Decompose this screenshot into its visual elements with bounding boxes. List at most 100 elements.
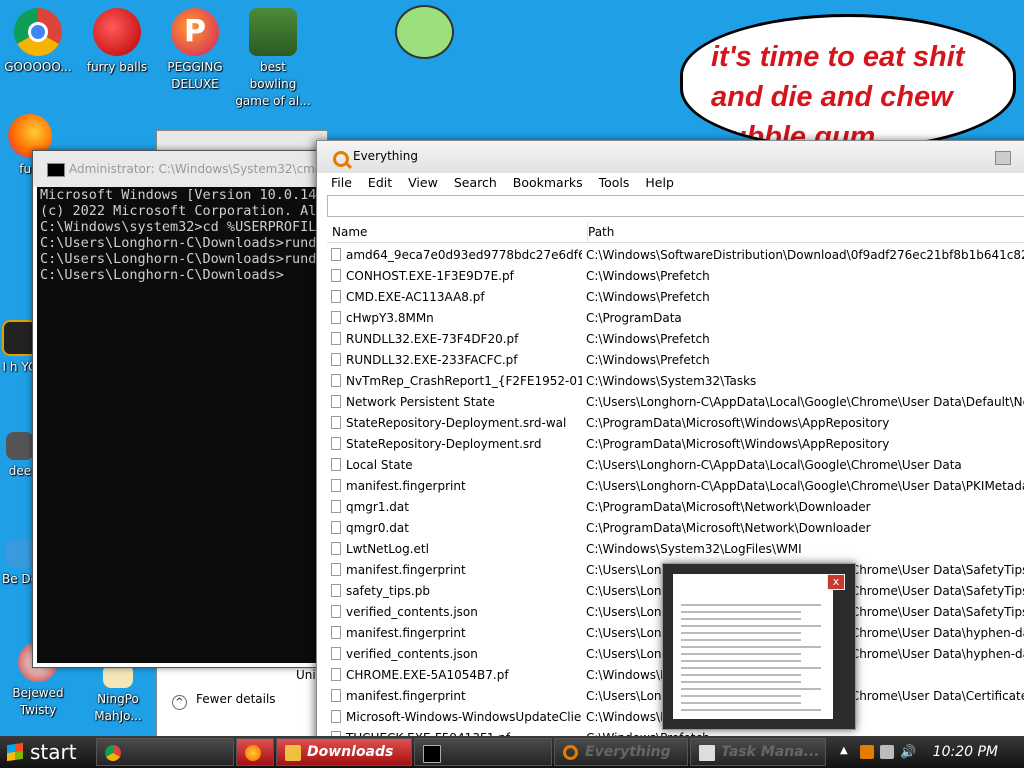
cmd-title-text: Administrator: C:\Windows\System32\cmd.e…: [69, 162, 333, 176]
taskbar-button-task-manager[interactable]: Task Mana...: [690, 738, 826, 766]
file-name: manifest.fingerprint: [346, 563, 466, 577]
desktop-icon-furry-balls[interactable]: furry balls: [79, 8, 155, 76]
column-path[interactable]: Path: [588, 225, 614, 239]
system-tray: ▲ 🔊 10:20 PM: [834, 736, 1024, 768]
thumbnail-line: [681, 674, 801, 676]
file-path: C:\ProgramData\Microsoft\Network\Downloa…: [586, 500, 871, 514]
list-item[interactable]: CONHOST.EXE-1F3E9D7E.pf C:\Windows\Prefet…: [327, 265, 1024, 286]
everything-icon: [333, 151, 349, 167]
task-manager-thumbnail[interactable]: x: [662, 563, 856, 730]
column-name[interactable]: Name: [332, 225, 367, 239]
start-button[interactable]: start: [0, 736, 80, 768]
taskbar-button-everything[interactable]: Everything: [554, 738, 688, 766]
taskbar-button-firefox[interactable]: [236, 738, 274, 766]
everything-title: Everything: [353, 149, 418, 163]
list-item[interactable]: LwtNetLog.etl C:\Windows\System32\LogFile…: [327, 538, 1024, 559]
menu-view[interactable]: View: [400, 173, 446, 193]
file-path: C:\Users\Longhorn-C\AppData\Local\Google…: [586, 479, 1024, 493]
cmd-icon: [47, 163, 65, 177]
chrome-icon: [14, 8, 62, 56]
thumbnail-line: [681, 625, 821, 627]
menu-help[interactable]: Help: [637, 173, 682, 193]
file-name: LwtNetLog.etl: [346, 542, 429, 556]
taskbar-button-downloads[interactable]: Downloads: [276, 738, 412, 766]
network-icon[interactable]: [880, 745, 894, 759]
file-icon: [331, 395, 341, 408]
fewer-details-link[interactable]: Fewer details: [196, 692, 276, 706]
desktop-icon-pegging[interactable]: P PEGGING DELUXE: [157, 8, 233, 93]
file-name: NvTmRep_CrashReport1_{F2FE1952-018...: [346, 374, 582, 388]
taskbar-label: Downloads: [307, 744, 394, 760]
file-name: qmgr0.dat: [346, 521, 409, 535]
file-icon: [331, 479, 341, 492]
cmd-window[interactable]: Administrator: C:\Windows\System32\cmd.e…: [32, 150, 334, 668]
file-path: C:\Windows\System32\LogFiles\WMI: [586, 542, 802, 556]
peridot-character-top: [395, 5, 454, 59]
everything-titlebar[interactable]: Everything: [317, 141, 1024, 173]
start-label: start: [30, 740, 77, 764]
desktop-icon-chrome[interactable]: GOOOOO...: [0, 8, 76, 76]
list-item[interactable]: Network Persistent State C:\Users\Longhor…: [327, 391, 1024, 412]
minimize-button[interactable]: [995, 151, 1011, 165]
folder-icon: [285, 745, 301, 761]
list-item[interactable]: qmgr0.dat C:\ProgramData\Microsoft\Networ…: [327, 517, 1024, 538]
list-item[interactable]: StateRepository-Deployment.srd C:\Program…: [327, 433, 1024, 454]
file-path: C:\Windows\Prefetch: [586, 353, 710, 367]
menu-edit[interactable]: Edit: [360, 173, 400, 193]
list-item[interactable]: StateRepository-Deployment.srd-wal C:\Pro…: [327, 412, 1024, 433]
desktop-icon-bowling[interactable]: best bowling game of al...: [235, 8, 311, 110]
file-name: Network Persistent State: [346, 395, 495, 409]
thumbnail-line: [681, 618, 801, 620]
search-input[interactable]: [327, 195, 1024, 217]
tray-app-icon[interactable]: [860, 745, 874, 759]
list-item[interactable]: amd64_9eca7e0d93ed9778bdc27e6df69... C:\W…: [327, 244, 1024, 265]
menu-tools[interactable]: Tools: [591, 173, 638, 193]
chevron-up-icon[interactable]: ^: [172, 695, 187, 710]
file-name: cHwpY3.8MMn: [346, 311, 434, 325]
list-item[interactable]: manifest.fingerprint C:\Users\Longhorn-C\…: [327, 475, 1024, 496]
menu-search[interactable]: Search: [446, 173, 505, 193]
list-item[interactable]: RUNDLL32.EXE-73F4DF20.pf C:\Windows\Prefe…: [327, 328, 1024, 349]
list-item[interactable]: Local State C:\Users\Longhorn-C\AppData\L…: [327, 454, 1024, 475]
list-item[interactable]: cHwpY3.8MMn C:\ProgramData: [327, 307, 1024, 328]
list-item[interactable]: NvTmRep_CrashReport1_{F2FE1952-018... C:\…: [327, 370, 1024, 391]
list-item[interactable]: qmgr1.dat C:\ProgramData\Microsoft\Networ…: [327, 496, 1024, 517]
chrome-icon: [105, 745, 121, 761]
menu-bookmarks[interactable]: Bookmarks: [505, 173, 591, 193]
file-name: Microsoft-Windows-WindowsUpdateClie...: [346, 710, 582, 724]
cmd-titlebar[interactable]: Administrator: C:\Windows\System32\cmd.e…: [33, 151, 333, 187]
file-icon: [331, 542, 341, 555]
file-path: C:\Windows\Prefetch: [586, 332, 710, 346]
thumbnail-line: [681, 695, 801, 697]
taskbar-clock[interactable]: 10:20 PM: [933, 744, 998, 760]
desktop-icon-label: GOOOOO...: [4, 60, 72, 74]
column-header: Name Path: [327, 222, 1024, 243]
list-item[interactable]: CMD.EXE-AC113AA8.pf C:\Windows\Prefetch: [327, 286, 1024, 307]
tray-chevron-icon[interactable]: ▲: [840, 745, 854, 759]
taskbar-label: Everything: [585, 744, 671, 760]
pegging-deluxe-icon: P: [171, 8, 219, 56]
file-icon: [331, 605, 341, 618]
file-path: C:\Users\Longhorn-C\AppData\Local\Google…: [586, 395, 1024, 409]
file-name: verified_contents.json: [346, 647, 478, 661]
list-item[interactable]: RUNDLL32.EXE-233FACFC.pf C:\Windows\Prefe…: [327, 349, 1024, 370]
speech-bubble: it's time to eat shit and die and chew b…: [680, 14, 1016, 150]
volume-icon[interactable]: 🔊: [900, 745, 916, 760]
menu-file[interactable]: File: [323, 173, 360, 193]
file-path: C:\ProgramData\Microsoft\Windows\AppRepo…: [586, 416, 890, 430]
thumbnail-line: [681, 709, 821, 711]
file-path: C:\Windows\Prefetch: [586, 269, 710, 283]
file-name: amd64_9eca7e0d93ed9778bdc27e6df69...: [346, 248, 582, 262]
taskbar-label: Task Mana...: [721, 744, 820, 760]
thumbnail-line: [681, 702, 801, 704]
taskbar-button-cmd[interactable]: [414, 738, 552, 766]
taskbar-button-chrome[interactable]: [96, 738, 234, 766]
cmd-console[interactable]: Microsoft Windows [Version 10.0.143 (c) 2…: [37, 187, 333, 663]
console-line: C:\Users\Longhorn-C\Downloads>rundl: [40, 235, 325, 251]
thumbnail-line: [681, 632, 801, 634]
bowling-game-icon: [249, 8, 297, 56]
downloads-titlebar[interactable]: [157, 131, 327, 151]
file-icon: [331, 374, 341, 387]
close-icon[interactable]: x: [827, 574, 845, 590]
desktop-icon-mahjong[interactable]: NingPo MahJo...: [80, 664, 156, 725]
